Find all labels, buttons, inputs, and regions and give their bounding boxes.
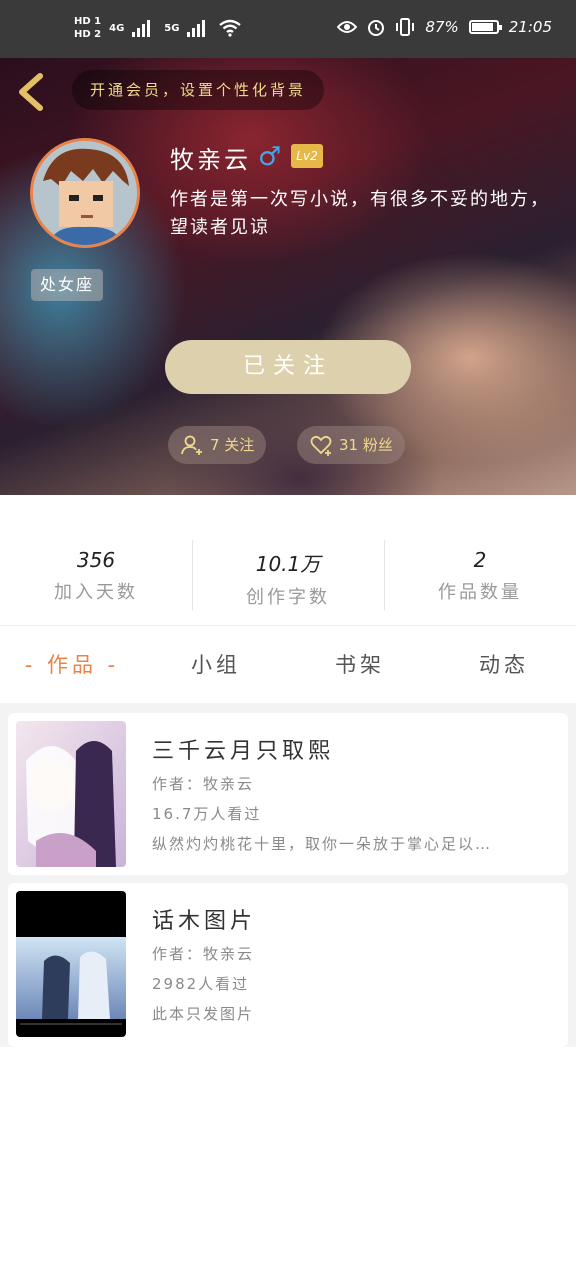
followed-button[interactable]: 已关注 <box>165 340 411 394</box>
work-views: 16.7万人看过 <box>152 805 262 823</box>
battery-percent: 87% <box>425 18 459 36</box>
work-title: 话木图片 <box>152 909 257 934</box>
hd1-label: HD 1 <box>74 16 102 27</box>
alarm-icon <box>368 20 385 36</box>
book-cover-image <box>16 721 126 867</box>
fans-count: 31 粉丝 <box>339 436 393 454</box>
vibrate-icon <box>396 18 415 36</box>
work-title: 三千云月只取熙 <box>152 739 335 764</box>
work-card[interactable]: 三千云月只取熙 作者：牧亲云 16.7万人看过 纵然灼灼桃花十里，取你一朵放于掌… <box>8 713 568 875</box>
tab-works[interactable]: - 作品 - <box>0 630 144 700</box>
stat-label: 加入天数 <box>54 582 138 603</box>
gender-male-icon: ♂ <box>258 142 282 172</box>
zodiac-tag: 处女座 <box>31 269 104 301</box>
work-card[interactable]: 话木图片 作者：牧亲云 2982人看过 此本只发图片 <box>8 883 568 1047</box>
stat-words: 10.1万 创作字数 <box>192 530 384 620</box>
divider <box>0 625 576 626</box>
fans-chip[interactable]: 31 粉丝 <box>297 426 405 464</box>
status-bar: HD 1 HD 2 4G 5G 87% 21:05 <box>0 0 576 58</box>
work-author: 作者：牧亲云 <box>152 945 255 963</box>
heart-add-icon <box>310 435 332 456</box>
hd2-label: HD 2 <box>74 29 102 40</box>
net2-label: 5G <box>164 22 180 34</box>
avatar[interactable] <box>30 138 140 248</box>
back-arrow-icon[interactable] <box>14 72 48 112</box>
stat-works: 2 作品数量 <box>384 530 576 620</box>
book-cover-image <box>16 891 126 1037</box>
profile-header: 开通会员，设置个性化背景 牧亲云 ♂ Lv2 作者是第一次写小说，有很多不妥的地… <box>0 58 576 495</box>
eye-icon <box>337 21 358 33</box>
stat-label: 创作字数 <box>246 587 330 608</box>
stat-value: 10.1万 <box>255 552 321 576</box>
clock: 21:05 <box>508 18 552 36</box>
work-description: 纵然灼灼桃花十里，取你一朵放于掌心足以… <box>152 835 493 853</box>
stats-row: 356 加入天数 10.1万 创作字数 2 作品数量 <box>0 530 576 620</box>
user-bio: 作者是第一次写小说，有很多不妥的地方，望读者见谅 <box>170 189 550 238</box>
vip-background-prompt[interactable]: 开通会员，设置个性化背景 <box>72 70 325 110</box>
avatar-image <box>33 141 137 245</box>
following-chip[interactable]: 7 关注 <box>168 426 267 464</box>
stat-value: 356 <box>76 548 116 572</box>
status-right: 87% 21:05 <box>337 18 552 36</box>
stat-days: 356 加入天数 <box>0 530 192 620</box>
work-description: 此本只发图片 <box>152 1005 255 1023</box>
person-add-icon <box>181 435 202 455</box>
signal-icon <box>132 19 156 37</box>
work-author: 作者：牧亲云 <box>152 775 255 793</box>
battery-icon <box>468 20 502 34</box>
status-left: HD 1 HD 2 4G 5G <box>74 16 242 40</box>
works-list: 三千云月只取熙 作者：牧亲云 16.7万人看过 纵然灼灼桃花十里，取你一朵放于掌… <box>0 703 576 1047</box>
net1-label: 4G <box>109 22 125 34</box>
username: 牧亲云 <box>170 146 251 174</box>
wifi-icon <box>219 19 242 37</box>
tab-feed[interactable]: 动态 <box>432 630 576 700</box>
stat-label: 作品数量 <box>438 582 522 603</box>
work-views: 2982人看过 <box>152 975 250 993</box>
signal-icon-2 <box>187 19 211 37</box>
stat-value: 2 <box>473 548 487 572</box>
level-badge: Lv2 <box>291 144 323 168</box>
profile-tabs: - 作品 - 小组 书架 动态 <box>0 630 576 700</box>
following-count: 7 关注 <box>210 436 255 454</box>
tab-groups[interactable]: 小组 <box>144 630 288 700</box>
tab-bookshelf[interactable]: 书架 <box>288 630 432 700</box>
